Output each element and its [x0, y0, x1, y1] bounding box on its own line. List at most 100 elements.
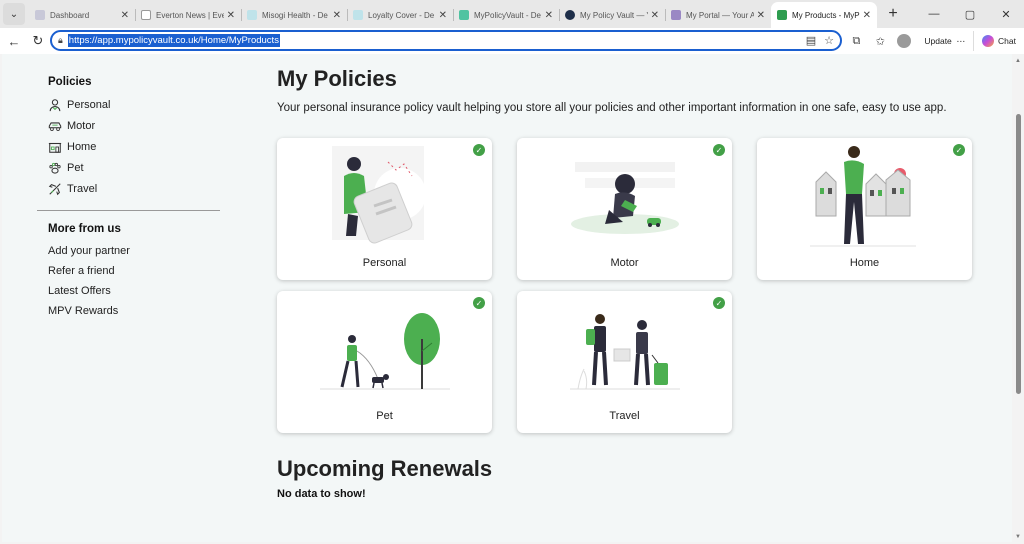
profile-avatar[interactable]: [897, 34, 912, 48]
sidebar: Policies Personal Motor Home Pet Travel …: [37, 76, 228, 321]
tab-title: My Portal — Your A: [686, 10, 754, 20]
sidebar-item-label: Personal: [67, 98, 111, 111]
card-label: Home: [849, 257, 880, 269]
new-tab-button[interactable]: +: [881, 2, 905, 26]
page-content: Policies Personal Motor Home Pet Travel …: [2, 54, 1012, 542]
policy-card-pet[interactable]: ✓ Pet: [277, 291, 492, 433]
tab-title: Everton News | Eve: [156, 10, 224, 20]
sidebar-item-motor[interactable]: Motor: [48, 115, 228, 136]
upcoming-renewals-section: Upcoming Renewals No data to show!: [277, 456, 492, 500]
tab-loyalty-cover[interactable]: Loyalty Cover - De ✕: [347, 2, 453, 28]
sidebar-link-refer-friend[interactable]: Refer a friend: [48, 261, 228, 281]
address-bar-actions: ▤ ☆: [806, 34, 834, 47]
tab-mypolicyvault[interactable]: MyPolicyVault - De ✕: [453, 2, 559, 28]
travel-illustration: [569, 314, 680, 390]
check-icon: ✓: [713, 144, 725, 156]
sidebar-item-pet[interactable]: Pet: [48, 157, 228, 178]
tab-title: MyPolicyVault - De: [474, 10, 541, 20]
sidebar-item-label: Pet: [67, 161, 84, 174]
sidebar-link-add-partner[interactable]: Add your partner: [48, 241, 228, 261]
renewals-empty-message: No data to show!: [277, 488, 366, 500]
house-icon: [48, 142, 62, 153]
address-bar[interactable]: 🔒︎ https://app.mypolicyvault.co.uk/Home/…: [50, 30, 842, 51]
check-icon: ✓: [713, 297, 725, 309]
tab-my-portal[interactable]: My Portal — Your A ✕: [665, 2, 771, 28]
update-label: Update: [924, 36, 952, 46]
policy-card-travel[interactable]: ✓ Travel: [517, 291, 732, 433]
policies-heading: Policies: [48, 76, 92, 88]
window-controls: — ▢ ✕: [916, 0, 1024, 28]
card-label: Pet: [376, 410, 393, 422]
card-label: Travel: [609, 410, 640, 422]
car-icon: [48, 121, 62, 131]
close-icon[interactable]: ✕: [757, 10, 765, 21]
tab-favicon: [353, 10, 363, 20]
plane-icon: [48, 182, 61, 195]
favorites-icon[interactable]: ✩: [868, 29, 892, 53]
tab-dashboard[interactable]: Dashboard ✕: [29, 2, 135, 28]
tab-title: My Products - MyP: [792, 10, 860, 20]
close-icon[interactable]: ✕: [545, 10, 553, 21]
reader-mode-icon[interactable]: ▤: [806, 34, 816, 47]
url-text[interactable]: https://app.mypolicyvault.co.uk/Home/MyP…: [67, 34, 280, 47]
browser-toolbar: ← ↻ 🔒︎ https://app.mypolicyvault.co.uk/H…: [0, 28, 1024, 54]
sidebar-link-latest-offers[interactable]: Latest Offers: [48, 281, 228, 301]
card-label: Personal: [362, 257, 407, 269]
sidebar-item-label: Home: [67, 140, 97, 153]
tab-everton-news[interactable]: Everton News | Eve ✕: [135, 2, 241, 28]
main-content: My Policies Your personal insurance poli…: [277, 66, 987, 500]
tab-misogi-health[interactable]: Misogi Health - De ✕: [241, 2, 347, 28]
tab-strip: ⌄ Dashboard ✕ Everton News | Eve ✕ Misogi …: [0, 0, 1024, 28]
lock-icon: 🔒︎: [58, 35, 63, 45]
tab-my-products[interactable]: My Products - MyP ✕: [771, 2, 877, 28]
close-icon[interactable]: ✕: [121, 10, 129, 21]
paw-icon: [49, 162, 61, 174]
scroll-up-arrow[interactable]: ▲: [1015, 58, 1021, 64]
page-scrollbar[interactable]: ▲ ▼: [1012, 54, 1024, 544]
policy-card-personal[interactable]: ✓ Personal: [277, 138, 492, 280]
update-button[interactable]: Update ⋯: [916, 32, 973, 50]
sidebar-item-travel[interactable]: Travel: [48, 178, 228, 199]
scroll-down-arrow[interactable]: ▼: [1015, 534, 1021, 540]
check-icon: ✓: [473, 297, 485, 309]
maximize-button[interactable]: ▢: [952, 0, 988, 28]
close-icon[interactable]: ✕: [227, 10, 235, 21]
minimize-button[interactable]: —: [916, 0, 952, 28]
page-title: My Policies: [277, 66, 397, 91]
tab-favicon: [671, 10, 681, 20]
close-window-button[interactable]: ✕: [988, 0, 1024, 28]
extensions-icon[interactable]: ⧉: [844, 29, 868, 53]
chat-label: Chat: [998, 36, 1016, 46]
tab-actions-menu-button[interactable]: ⌄: [3, 3, 25, 25]
sidebar-item-personal[interactable]: Personal: [48, 94, 228, 115]
person-icon: [49, 98, 61, 111]
more-heading: More from us: [48, 223, 121, 235]
sidebar-item-home[interactable]: Home: [48, 136, 228, 157]
policy-card-motor[interactable]: ✓ Motor: [517, 138, 732, 280]
favorite-star-icon[interactable]: ☆: [824, 34, 834, 47]
reload-button[interactable]: ↻: [26, 29, 50, 53]
tab-my-policy-vault[interactable]: My Policy Vault — Y ✕: [559, 2, 665, 28]
back-button[interactable]: ←: [2, 29, 26, 53]
home-illustration: [809, 146, 916, 247]
toolbar-right: ⧉ ✩ Update ⋯ Chat: [844, 28, 1024, 54]
tab-title: Dashboard: [50, 10, 90, 20]
close-icon[interactable]: ✕: [863, 10, 871, 21]
sidebar-item-label: Motor: [67, 119, 96, 132]
tab-favicon: [777, 10, 787, 20]
scrollbar-thumb[interactable]: [1016, 114, 1021, 394]
pet-illustration: [319, 313, 450, 390]
copilot-icon: [982, 35, 995, 47]
tab-favicon: [247, 10, 257, 20]
policy-card-home[interactable]: ✓ Home: [757, 138, 972, 280]
close-icon[interactable]: ✕: [439, 10, 447, 21]
close-icon[interactable]: ✕: [333, 10, 341, 21]
check-icon: ✓: [953, 144, 965, 156]
sidebar-link-mpv-rewards[interactable]: MPV Rewards: [48, 301, 228, 321]
tab-favicon: [565, 10, 575, 20]
page-subtitle: Your personal insurance policy vault hel…: [277, 102, 947, 114]
tab-favicon: [141, 10, 151, 20]
close-icon[interactable]: ✕: [651, 10, 659, 21]
tab-favicon: [35, 10, 45, 20]
copilot-chat-button[interactable]: Chat: [973, 31, 1024, 51]
